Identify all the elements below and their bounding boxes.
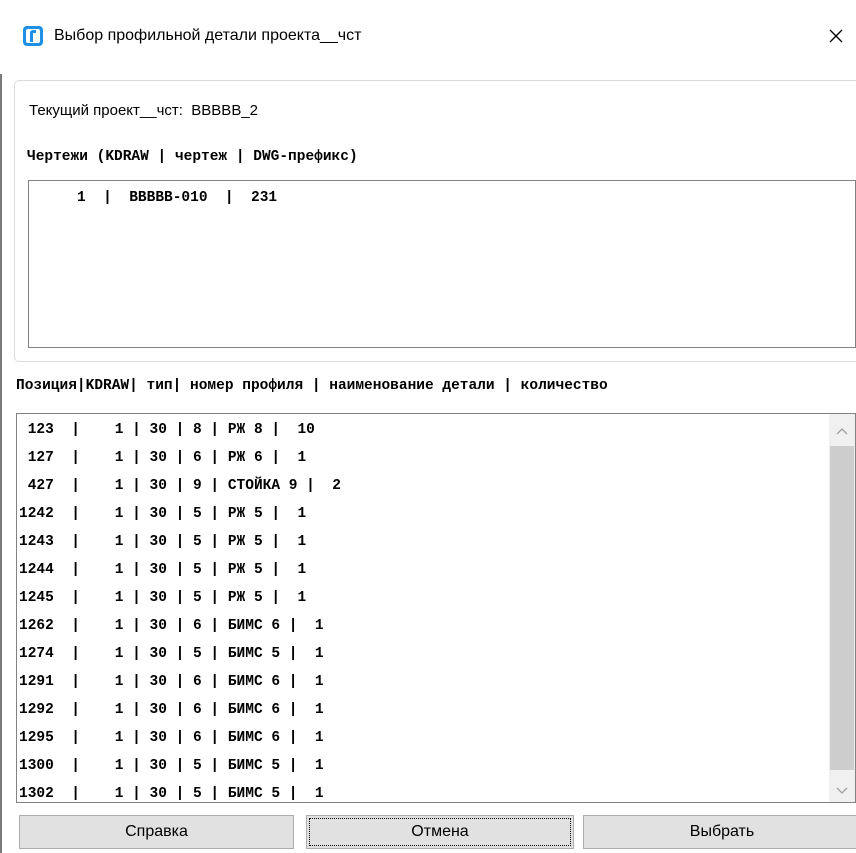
drawings-header: Чертежи (KDRAW | чертеж | DWG-префикс) [27,149,358,165]
part-row[interactable]: 427 | 1 | 30 | 9 | СТОЙКА 9 | 2 [19,475,341,497]
window-title: Выбор профильной детали проекта__чст [54,27,362,44]
part-row[interactable]: 1262 | 1 | 30 | 6 | БИМС 6 | 1 [19,615,324,637]
part-row[interactable]: 1291 | 1 | 30 | 6 | БИМС 6 | 1 [19,671,324,693]
part-row[interactable]: 1274 | 1 | 30 | 5 | БИМС 5 | 1 [19,643,324,665]
part-row[interactable]: 1300 | 1 | 30 | 5 | БИМС 5 | 1 [19,755,324,777]
app-window-icon [23,26,43,46]
title-bar[interactable]: Выбор профильной детали проекта__чст [0,0,856,74]
dialog-window: Выбор профильной детали проекта__чст Тек… [0,0,856,853]
current-project-caption: Текущий проект__чст: [29,102,183,119]
drawing-item[interactable]: 1 | BBBBB-010 | 231 [77,187,277,209]
focus-rectangle [309,818,571,846]
part-row[interactable]: 1244 | 1 | 30 | 5 | РЖ 5 | 1 [19,559,306,581]
scroll-thumb[interactable] [830,446,854,770]
current-project-value: BBBBB_2 [191,102,259,119]
vertical-scrollbar[interactable] [829,414,855,802]
current-project-label: Текущий проект__чст: BBBBB_2 [29,100,258,122]
select-button[interactable]: Выбрать [583,815,856,849]
parts-list[interactable]: 123 | 1 | 30 | 8 | РЖ 8 | 10 127 | 1 | 3… [16,413,856,803]
part-row[interactable]: 1295 | 1 | 30 | 6 | БИМС 6 | 1 [19,727,324,749]
scroll-down-button[interactable] [829,778,855,802]
parts-header: Позиция|KDRAW| тип| номер профиля | наим… [16,378,608,394]
part-row[interactable]: 1292 | 1 | 30 | 6 | БИМС 6 | 1 [19,699,324,721]
drawings-list[interactable]: 1 | BBBBB-010 | 231 [28,180,856,348]
chevron-up-icon [836,428,848,435]
help-button[interactable]: Справка [19,815,294,849]
scroll-up-button[interactable] [829,418,855,444]
close-icon [829,29,843,43]
part-row[interactable]: 1243 | 1 | 30 | 5 | РЖ 5 | 1 [19,531,306,553]
part-row[interactable]: 1245 | 1 | 30 | 5 | РЖ 5 | 1 [19,587,306,609]
part-row[interactable]: 1242 | 1 | 30 | 5 | РЖ 5 | 1 [19,503,306,525]
chevron-down-icon [836,787,848,794]
window-border [0,0,2,853]
cancel-button[interactable]: Отмена [306,815,574,849]
part-row[interactable]: 127 | 1 | 30 | 6 | РЖ 6 | 1 [19,447,306,469]
part-row[interactable]: 123 | 1 | 30 | 8 | РЖ 8 | 10 [19,419,315,441]
part-row[interactable]: 1302 | 1 | 30 | 5 | БИМС 5 | 1 [19,783,324,802]
close-button[interactable] [816,14,856,58]
